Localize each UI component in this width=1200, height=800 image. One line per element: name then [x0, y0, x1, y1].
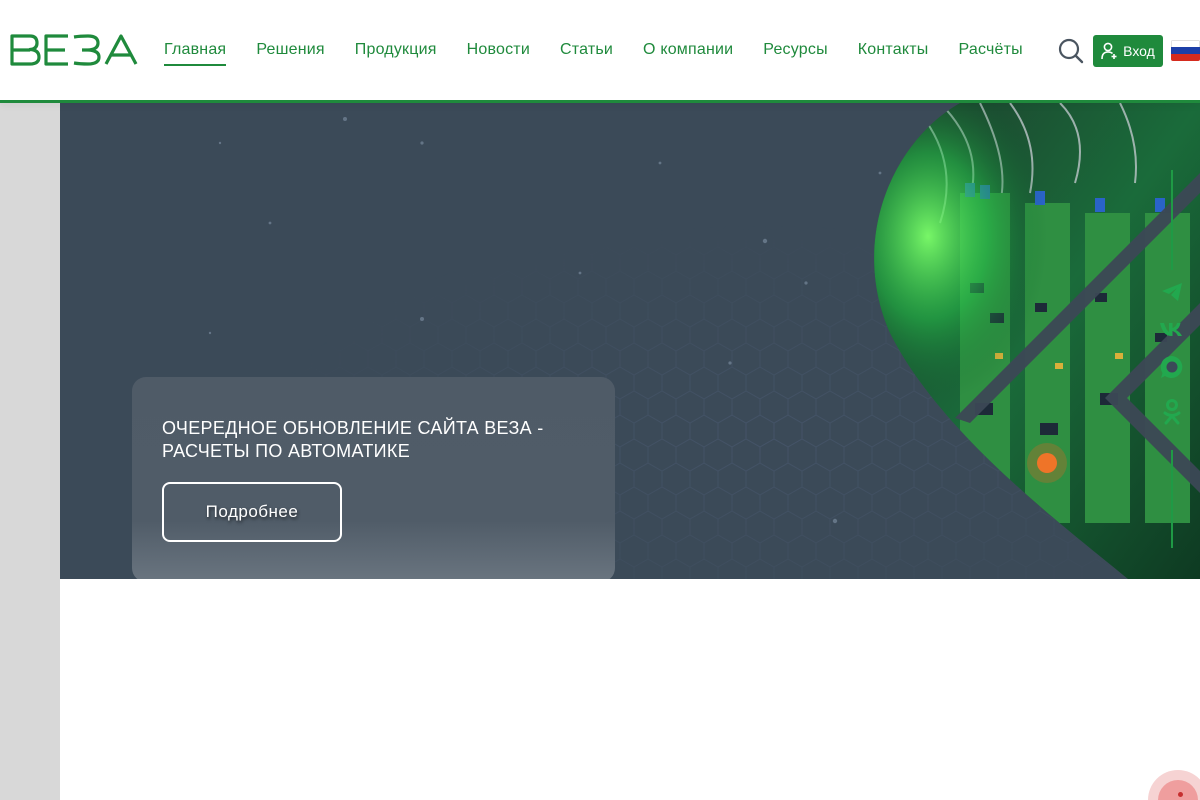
vk-icon[interactable] — [1158, 315, 1186, 343]
chat-widget-button[interactable] — [1148, 770, 1200, 800]
slide-card: ОЧЕРЕДНОЕ ОБНОВЛЕНИЕ САЙТА ВЕЗА - РАСЧЕТ… — [132, 377, 615, 579]
nav-item-resources[interactable]: Ресурсы — [763, 41, 828, 59]
veza-logo-mark — [10, 34, 138, 66]
nav-item-about[interactable]: О компании — [643, 41, 733, 59]
user-plus-icon — [1101, 42, 1117, 60]
slide-title: ОЧЕРЕДНОЕ ОБНОВЛЕНИЕ САЙТА ВЕЗА - РАСЧЕТ… — [162, 418, 544, 461]
site-header: Главная Решения Продукция Новости Статьи… — [0, 0, 1200, 103]
hero-slider: ОЧЕРЕДНОЕ ОБНОВЛЕНИЕ САЙТА ВЕЗА - РАСЧЕТ… — [60, 103, 1200, 579]
telegram-icon[interactable] — [1158, 278, 1186, 306]
nav-item-calculations[interactable]: Расчёты — [959, 41, 1023, 59]
login-button[interactable]: Вход — [1093, 35, 1163, 67]
social-rail-bottom-line — [1171, 450, 1173, 548]
search-icon[interactable] — [1058, 38, 1084, 64]
nav-item-articles[interactable]: Статьи — [560, 41, 613, 59]
odnoklassniki-icon[interactable] — [1158, 398, 1186, 426]
login-label: Вход — [1123, 43, 1155, 59]
nav-item-solutions[interactable]: Решения — [256, 41, 324, 59]
main-nav: Главная Решения Продукция Новости Статьи… — [164, 0, 1053, 100]
chat-widget-dot — [1178, 792, 1183, 797]
nav-item-home[interactable]: Главная — [164, 41, 227, 66]
russia-flag-icon[interactable] — [1171, 40, 1200, 61]
max-messenger-icon[interactable] — [1158, 353, 1186, 381]
left-gutter — [0, 103, 60, 800]
nav-item-news[interactable]: Новости — [467, 41, 530, 59]
nav-item-contacts[interactable]: Контакты — [858, 41, 929, 59]
nav-item-products[interactable]: Продукция — [355, 41, 437, 59]
social-rail-top-line — [1171, 170, 1173, 270]
chat-widget-inner — [1158, 780, 1198, 800]
more-button[interactable]: Подробнее — [162, 482, 342, 542]
veza-logo[interactable] — [10, 34, 140, 66]
